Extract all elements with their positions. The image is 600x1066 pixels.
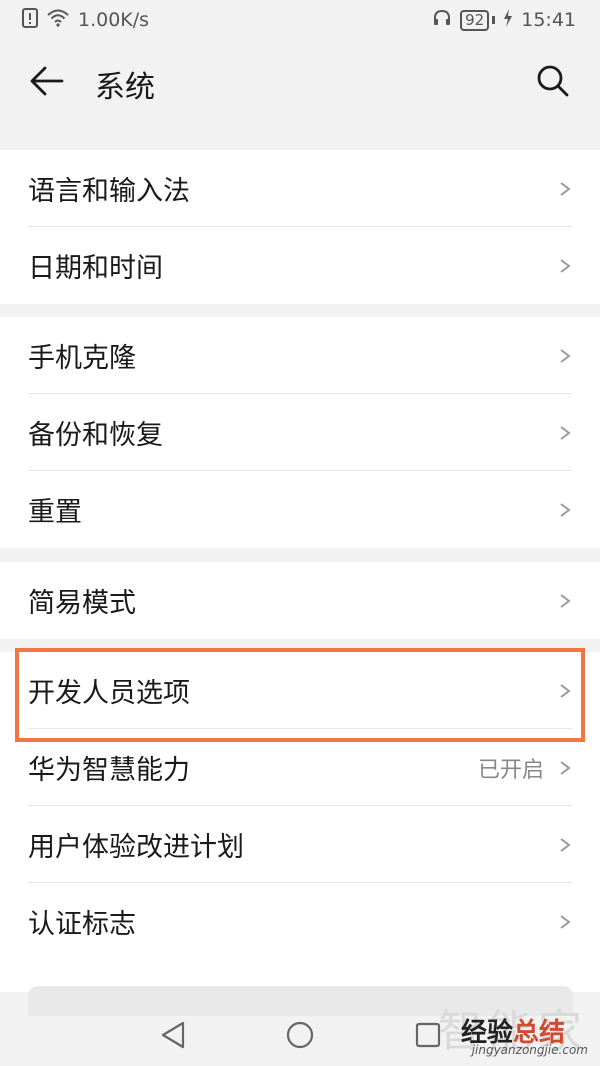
nav-back-button[interactable]: [155, 1017, 191, 1053]
settings-item-date-time[interactable]: 日期和时间: [0, 227, 600, 304]
page-title: 系统: [95, 70, 155, 105]
settings-item-simple-mode[interactable]: 简易模式: [0, 562, 600, 639]
settings-item-label: 手机克隆: [28, 343, 136, 374]
chevron-right-icon: [560, 181, 571, 196]
circle-home-icon: [286, 1021, 314, 1049]
search-icon: [537, 65, 569, 97]
settings-item-certification[interactable]: 认证标志: [0, 883, 600, 960]
watermark-url: jingyanzongjie.com: [471, 1043, 588, 1057]
settings-group-3: 简易模式: [0, 562, 600, 639]
network-speed: 1.00K/s: [78, 9, 150, 31]
headphones-icon: [432, 8, 452, 33]
back-button[interactable]: [26, 60, 68, 102]
clock: 15:41: [521, 9, 576, 31]
battery-indicator: 92: [460, 9, 496, 31]
settings-item-label: 语言和输入法: [28, 176, 190, 207]
triangle-back-icon: [161, 1021, 185, 1049]
chevron-right-icon: [560, 837, 571, 852]
settings-group-1: 语言和输入法 日期和时间: [0, 150, 600, 304]
settings-item-user-experience[interactable]: 用户体验改进计划: [0, 806, 600, 883]
settings-item-label: 备份和恢复: [28, 420, 163, 451]
status-right: 92 15:41: [432, 8, 576, 33]
chevron-right-icon: [560, 502, 571, 517]
search-button[interactable]: [532, 60, 574, 102]
settings-item-language-input[interactable]: 语言和输入法: [0, 150, 600, 227]
chevron-right-icon: [560, 425, 571, 440]
status-left: 1.00K/s: [22, 7, 150, 33]
chevron-right-icon: [560, 258, 571, 273]
settings-item-label: 认证标志: [28, 909, 136, 940]
settings-item-phone-clone[interactable]: 手机克隆: [0, 317, 600, 394]
settings-item-reset[interactable]: 重置: [0, 471, 600, 548]
battery-percent: 92: [460, 9, 490, 31]
chevron-right-icon: [560, 348, 571, 363]
nav-home-button[interactable]: [282, 1017, 318, 1053]
chevron-right-icon: [560, 760, 571, 775]
settings-item-backup-restore[interactable]: 备份和恢复: [0, 394, 600, 471]
settings-item-label: 华为智慧能力: [28, 755, 190, 786]
wifi-icon: [46, 8, 70, 33]
settings-item-status: 已开启: [477, 757, 544, 783]
sim-alert-icon: [22, 7, 38, 33]
app-bar: 系统: [0, 40, 600, 122]
chevron-right-icon: [560, 593, 571, 608]
settings-item-label: 简易模式: [28, 588, 136, 619]
chevron-right-icon: [560, 914, 571, 929]
settings-group-2: 手机克隆 备份和恢复 重置: [0, 317, 600, 548]
charging-icon: [503, 8, 513, 32]
settings-item-label: 用户体验改进计划: [28, 832, 244, 863]
highlight-box: [15, 648, 585, 742]
settings-item-label: 重置: [28, 497, 82, 528]
status-bar: 1.00K/s 92 15:41: [0, 0, 600, 40]
settings-item-label: 日期和时间: [28, 253, 163, 284]
battery-cap-icon: [492, 16, 496, 24]
arrow-left-icon: [30, 66, 64, 96]
